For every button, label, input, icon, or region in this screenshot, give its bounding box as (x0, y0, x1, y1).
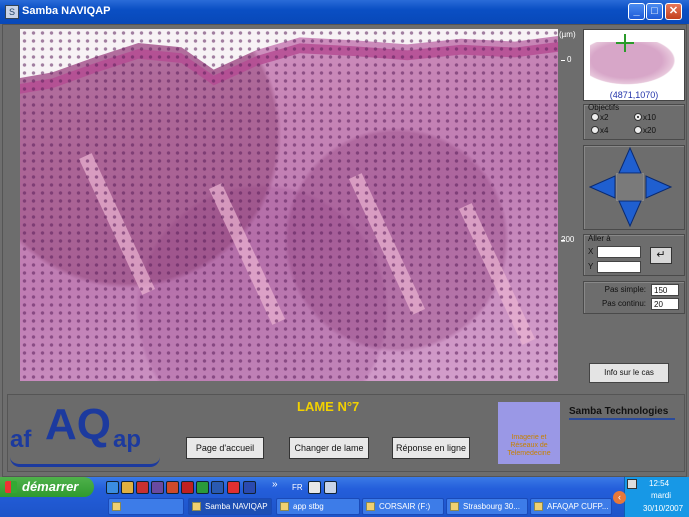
folder-icon (366, 502, 375, 511)
task-label: AFAQAP CUFP... (547, 502, 609, 511)
objective-label: x4 (600, 126, 609, 135)
online-answer-button[interactable]: Réponse en ligne (392, 437, 470, 459)
windows-flag-icon (5, 481, 17, 493)
task-icon (192, 502, 201, 511)
scale-label-200: 200 (561, 235, 575, 244)
samba-brand: Samba Technologies (569, 406, 669, 417)
step-continuous-label: Pas continu: (601, 299, 646, 308)
objective-x10-radio[interactable]: x10 (634, 113, 656, 123)
home-button[interactable]: Page d'accueil (186, 437, 264, 459)
monitor-icon[interactable] (627, 479, 637, 489)
task-icon (112, 502, 121, 511)
afaqap-logo: af AQ ap (10, 400, 170, 470)
objective-label: x10 (643, 113, 656, 122)
close-button[interactable]: ✕ (665, 3, 682, 20)
scale-tick (561, 60, 565, 61)
scale-label-0: 0 (567, 55, 572, 64)
task-icon (450, 502, 459, 511)
start-button[interactable]: démarrer (0, 477, 94, 497)
acrobat-icon[interactable] (166, 481, 179, 494)
slide-viewer[interactable] (20, 29, 558, 381)
excel-icon[interactable] (196, 481, 209, 494)
step-simple-input[interactable]: 150 (651, 284, 679, 296)
change-slide-button[interactable]: Changer de lame (289, 437, 369, 459)
app-icon[interactable] (181, 481, 194, 494)
scale-unit: (µm) (559, 30, 576, 39)
app-red-icon[interactable] (136, 481, 149, 494)
clock-date: 30/10/2007 (643, 504, 684, 513)
help-icon[interactable] (308, 481, 321, 494)
arrow-up-icon[interactable] (618, 146, 642, 174)
scale-ruler: (µm) 0 200 (559, 29, 577, 381)
app-icon: S (5, 5, 19, 19)
clock-day: mardi (651, 491, 672, 500)
logo-swoosh (10, 457, 160, 467)
taskbar-item-naviqap[interactable]: Samba NAVIQAP (188, 498, 272, 515)
y-label: Y (588, 262, 594, 271)
objective-label: x2 (600, 113, 609, 122)
slide-number: LAME N°7 (297, 399, 360, 414)
objectives-title: Objectifs (588, 103, 620, 112)
folder-icon[interactable] (121, 481, 134, 494)
radio-dot-selected (634, 113, 642, 121)
case-info-button[interactable]: Info sur le cas (589, 363, 669, 383)
step-simple-label: Pas simple: (604, 285, 646, 294)
minimize-button[interactable]: _ (628, 3, 645, 20)
taskbar-item-blank[interactable] (108, 498, 184, 515)
window-title: Samba NAVIQAP (22, 5, 111, 17)
quicklaunch-more[interactable]: » (272, 479, 278, 490)
x-input[interactable] (597, 246, 641, 258)
task-label: app stbg (293, 502, 324, 511)
nav-arrows (589, 146, 673, 228)
goto-enter-button[interactable]: ↵ (650, 247, 672, 264)
clock[interactable]: 12:54 (649, 479, 669, 488)
position-cross-icon[interactable] (616, 34, 634, 52)
word-icon[interactable] (243, 481, 256, 494)
app-icon[interactable] (227, 481, 240, 494)
logo-part: ap (113, 426, 142, 453)
brand-underline (569, 418, 675, 420)
task-label: Strasbourg 30... (463, 502, 520, 511)
tray-expand-icon[interactable]: ‹ (613, 491, 626, 504)
y-input[interactable] (597, 261, 641, 273)
app-icon[interactable] (324, 481, 337, 494)
position-coords: (4871,1070) (609, 90, 659, 100)
arrow-left-icon[interactable] (589, 175, 616, 199)
ie-icon[interactable] (106, 481, 119, 494)
app-purple-icon[interactable] (151, 481, 164, 494)
logo-part: AQ (45, 400, 111, 449)
objective-x20-radio[interactable]: x20 (634, 126, 656, 136)
radio-dot (634, 126, 642, 134)
task-label: Samba NAVIQAP (205, 502, 268, 511)
arrow-right-icon[interactable] (645, 175, 673, 199)
objective-label: x20 (643, 126, 656, 135)
x-label: X (588, 247, 594, 256)
language-indicator[interactable]: FR (292, 483, 303, 492)
objective-x2-radio[interactable]: x2 (591, 113, 608, 123)
system-tray: 12:54 mardi 30/10/2007 (624, 477, 689, 517)
start-label: démarrer (22, 479, 79, 494)
maximize-button[interactable]: □ (646, 3, 663, 20)
title-bar: S Samba NAVIQAP _ □ ✕ (0, 0, 689, 24)
irt-logo-text: Imagerie et Réseaux de Telemedecine (507, 434, 551, 457)
arrow-down-icon[interactable] (618, 200, 642, 228)
thumbnail-tissue (590, 42, 682, 88)
folder-icon (280, 502, 289, 511)
objective-x4-radio[interactable]: x4 (591, 126, 608, 136)
task-label: CORSAIR (F:) (379, 502, 431, 511)
step-continuous-input[interactable]: 20 (651, 298, 679, 310)
radio-dot (591, 126, 599, 134)
irt-logo: Imagerie et Réseaux de Telemedecine (498, 402, 560, 464)
app-blue-icon[interactable] (211, 481, 224, 494)
goto-title: Aller à (588, 234, 611, 243)
cell-texture (20, 29, 558, 381)
logo-part: af (10, 426, 32, 453)
taskbar-item-corsair[interactable]: CORSAIR (F:) (362, 498, 444, 515)
radio-dot (591, 113, 599, 121)
taskbar-item-afaqap[interactable]: AFAQAP CUFP... (530, 498, 612, 515)
taskbar: démarrer » FR Samba NAVIQAP app stbg COR… (0, 477, 689, 517)
task-icon (534, 502, 543, 511)
taskbar-item-stbg[interactable]: app stbg (276, 498, 360, 515)
taskbar-item-strasbourg[interactable]: Strasbourg 30... (446, 498, 528, 515)
